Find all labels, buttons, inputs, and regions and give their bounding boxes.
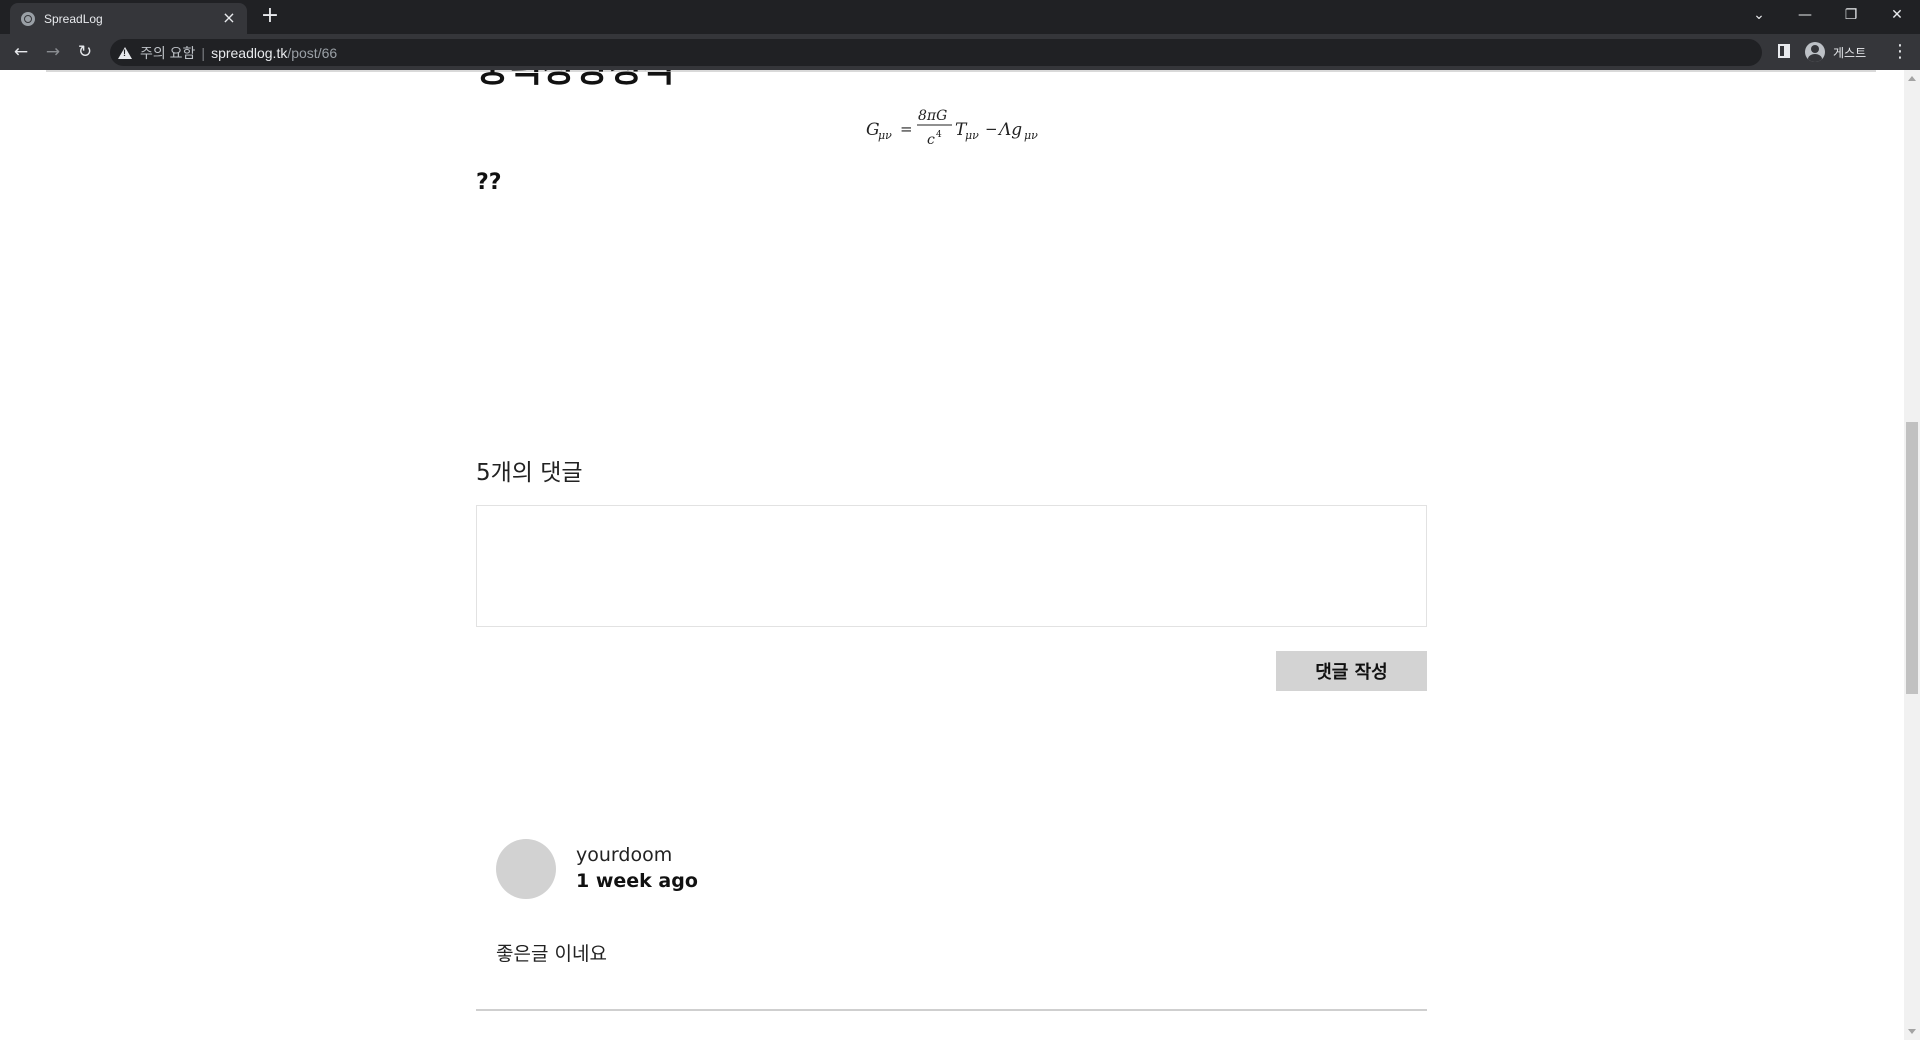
address-bar[interactable]: 주의 요함 | spreadlog.tk/post/66 [110, 39, 1762, 66]
post-body-text: ?? [476, 170, 502, 195]
tab-search-icon[interactable]: ⌄ [1736, 0, 1782, 30]
formula-numerator: 8πG [918, 108, 947, 124]
browser-menu-icon[interactable]: ⋮ [1890, 40, 1910, 64]
page-scrollbar[interactable] [1904, 70, 1920, 1040]
page-viewport: 중력장방정식 G μν = 8πG c 4 T μν − Λg μν ?? 5개… [0, 70, 1920, 1040]
close-tab-icon[interactable]: × [219, 8, 239, 28]
formula-minus: − [985, 120, 998, 138]
comment-count: 5개의 댓글 [476, 460, 583, 486]
url-path[interactable]: /post/66 [287, 45, 337, 61]
comment-body: 좋은글 이네요 [496, 943, 607, 965]
formula-T-sub: μν [965, 129, 979, 142]
profile-button[interactable]: 게스트 [1805, 41, 1866, 63]
tab-spreadlog[interactable]: SpreadLog × [10, 3, 247, 34]
url-host[interactable]: spreadlog.tk [211, 45, 287, 61]
globe-icon [21, 11, 35, 26]
formula-denominator-exp: 4 [936, 130, 942, 140]
warning-icon[interactable] [118, 46, 132, 59]
close-window-button[interactable]: ✕ [1874, 0, 1920, 30]
formula-denominator: c [927, 132, 935, 148]
minimize-button[interactable]: — [1782, 0, 1828, 30]
submit-comment-button[interactable]: 댓글 작성 [1276, 651, 1427, 691]
back-button[interactable]: ← [9, 40, 33, 64]
post-heading: 중력장방정식 [476, 70, 675, 92]
formula-g-sub: μν [1024, 129, 1038, 142]
address-separator: | [201, 44, 206, 61]
forward-button[interactable]: → [41, 40, 65, 64]
profile-label: 게스트 [1833, 45, 1867, 60]
side-panel-icon[interactable] [1778, 44, 1790, 58]
restore-button[interactable]: ❐ [1828, 0, 1874, 30]
scroll-down-icon[interactable] [1908, 1029, 1916, 1034]
reload-button[interactable]: ↻ [73, 40, 97, 64]
scroll-up-icon[interactable] [1908, 76, 1916, 81]
avatar [496, 839, 556, 899]
comment-author: yourdoom [576, 844, 673, 866]
comment-divider [476, 1009, 1427, 1011]
new-tab-button[interactable]: + [258, 4, 282, 28]
header-shadow [46, 70, 1876, 72]
browser-toolbar: ← → ↻ 주의 요함 | spreadlog.tk/post/66 게스트 ⋮ [0, 34, 1920, 70]
tab-title: SpreadLog [44, 11, 103, 26]
profile-avatar-icon [1805, 42, 1825, 62]
formula-equals: = [900, 120, 913, 138]
math-formula: G μν = 8πG c 4 T μν − Λg μν [866, 108, 1038, 148]
comment-input[interactable] [476, 505, 1427, 627]
tab-strip: SpreadLog × + ⌄ — ❐ ✕ [0, 0, 1920, 34]
comment-time: 1 week ago [576, 870, 698, 892]
formula-lambda-g: Λg [997, 120, 1022, 140]
security-status[interactable]: 주의 요함 [140, 43, 195, 63]
formula-G-sub: μν [878, 129, 892, 142]
scrollbar-thumb[interactable] [1906, 422, 1918, 694]
